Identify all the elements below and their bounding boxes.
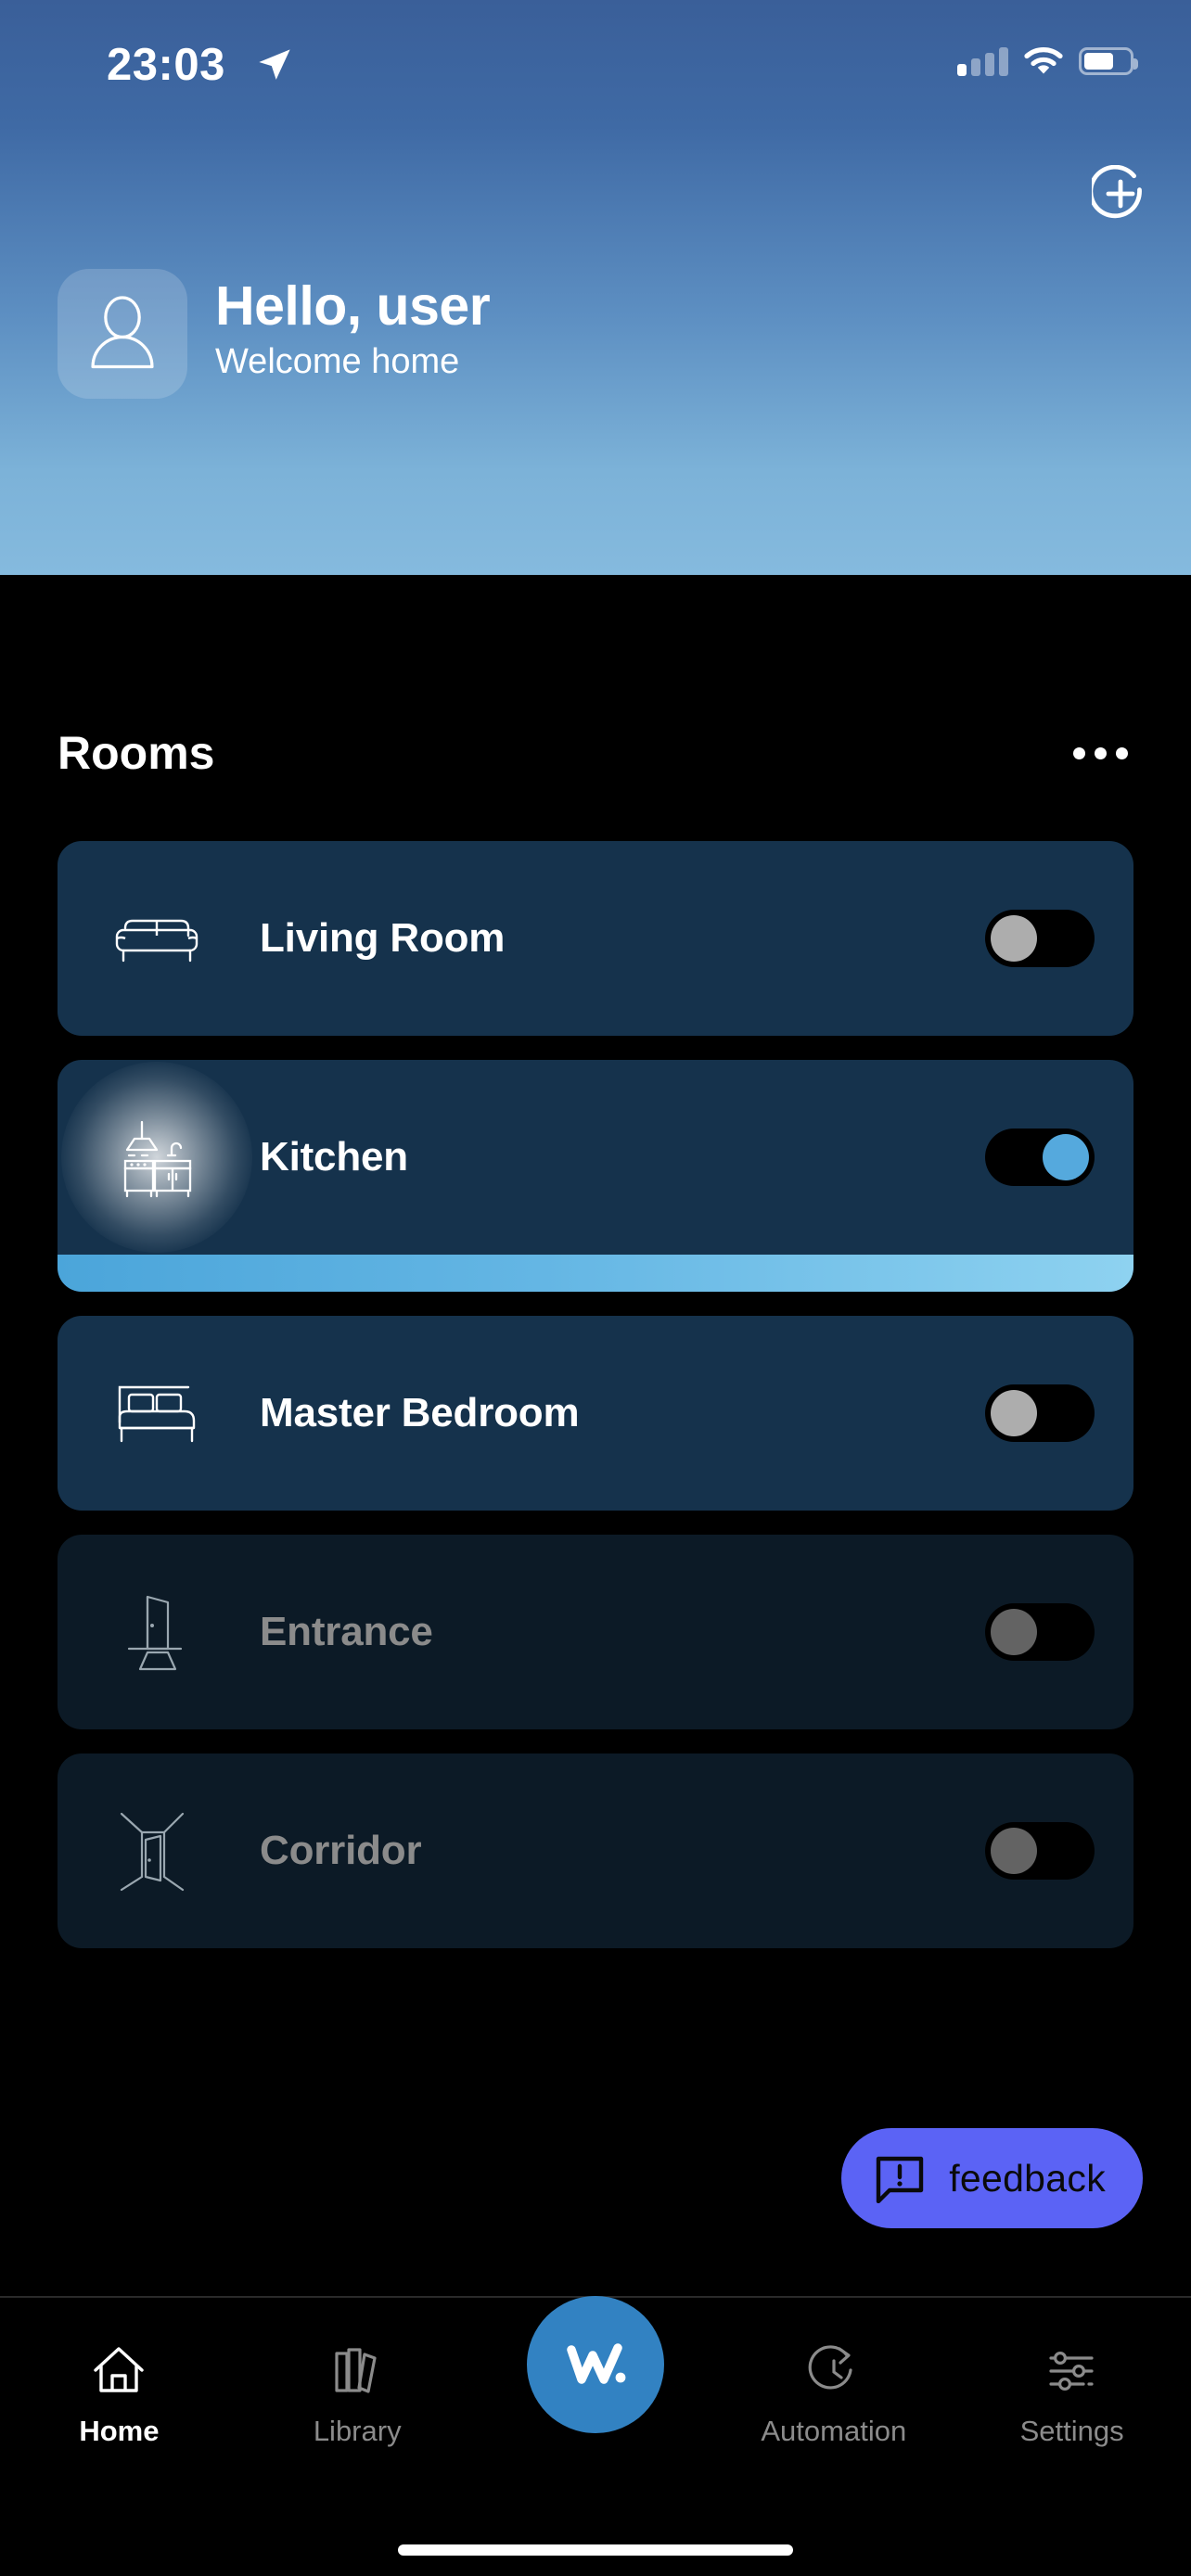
- rooms-section-header: Rooms: [58, 726, 1133, 780]
- nav-item-library[interactable]: Library: [238, 2298, 477, 2493]
- room-label: Corridor: [260, 1828, 422, 1873]
- greeting-title: Hello, user: [215, 275, 491, 338]
- room-card-master-bedroom[interactable]: Master Bedroom: [58, 1316, 1133, 1511]
- status-bar-time: 23:03: [107, 40, 225, 90]
- door-entrance-icon-wrap: [106, 1581, 208, 1683]
- rooms-title: Rooms: [58, 727, 215, 779]
- automation-refresh-clock-icon: [808, 2345, 852, 2390]
- battery-icon: [1079, 47, 1138, 75]
- feedback-label: feedback: [949, 2156, 1106, 2200]
- room-toggle-corridor[interactable]: [985, 1822, 1095, 1880]
- location-arrow-icon: [259, 49, 290, 80]
- bed-icon: [118, 1385, 196, 1443]
- corridor-icon-wrap: [106, 1800, 208, 1902]
- wifi-icon: [1024, 47, 1063, 74]
- room-toggle-entrance[interactable]: [985, 1603, 1095, 1661]
- brand-w-logo: [567, 2343, 626, 2384]
- more-horizontal-icon[interactable]: [1068, 734, 1133, 772]
- nav-item-home[interactable]: Home: [0, 2298, 238, 2493]
- kitchen-counter-icon: [123, 1120, 192, 1198]
- brightness-slider-kitchen[interactable]: [58, 1255, 1133, 1292]
- nav-label-automation: Automation: [761, 2415, 907, 2447]
- room-toggle-kitchen[interactable]: [985, 1129, 1095, 1186]
- room-card-kitchen[interactable]: Kitchen: [58, 1060, 1133, 1292]
- room-label: Master Bedroom: [260, 1390, 580, 1435]
- bed-icon-wrap: [106, 1362, 208, 1464]
- room-toggle-master-bedroom[interactable]: [985, 1384, 1095, 1442]
- header-banner: 23:03 Hello, user Welcome home: [0, 0, 1191, 575]
- person-icon: [91, 296, 154, 369]
- status-bar: 23:03: [0, 0, 1191, 102]
- door-entrance-icon: [127, 1595, 183, 1671]
- room-label: Entrance: [260, 1609, 433, 1654]
- greeting-text: Hello, user Welcome home: [215, 275, 491, 389]
- greeting-block: Hello, user Welcome home: [58, 269, 491, 399]
- nav-item-settings[interactable]: Settings: [953, 2298, 1191, 2493]
- brand-logo-button[interactable]: [527, 2296, 664, 2433]
- room-label: Kitchen: [260, 1134, 408, 1180]
- app-screen: 23:03 Hello, user Welcome home Rooms Liv…: [0, 0, 1191, 2576]
- settings-sliders-icon: [1048, 2352, 1094, 2391]
- sofa-icon: [115, 919, 198, 963]
- room-label: Living Room: [260, 915, 506, 961]
- home-indicator-bar: [398, 2544, 793, 2556]
- nav-label-library: Library: [313, 2415, 402, 2447]
- home-icon: [94, 2347, 145, 2392]
- feedback-button[interactable]: feedback: [841, 2128, 1143, 2228]
- library-books-icon: [335, 2348, 377, 2393]
- status-bar-indicators: [957, 46, 1138, 76]
- nav-item-automation[interactable]: Automation: [714, 2298, 953, 2493]
- bottom-navigation: Home Library Automation Settings: [0, 2296, 1191, 2576]
- feedback-message-icon: [876, 2156, 924, 2203]
- nav-label-settings: Settings: [1019, 2415, 1124, 2447]
- sofa-icon-wrap: [106, 887, 208, 989]
- room-card-entrance[interactable]: Entrance: [58, 1535, 1133, 1729]
- corridor-icon: [120, 1812, 185, 1892]
- kitchen-icon-wrap: [61, 1062, 252, 1253]
- nav-label-home: Home: [79, 2415, 160, 2447]
- avatar[interactable]: [58, 269, 187, 399]
- greeting-subtitle: Welcome home: [215, 342, 460, 382]
- room-card-living-room[interactable]: Living Room: [58, 841, 1133, 1036]
- add-circle-icon[interactable]: [1092, 165, 1149, 223]
- cellular-signal-icon: [957, 46, 1008, 76]
- room-card-corridor[interactable]: Corridor: [58, 1753, 1133, 1948]
- room-toggle-living-room[interactable]: [985, 910, 1095, 967]
- rooms-list: Living Room Kitchen Master Bedroom Entra…: [58, 841, 1133, 1972]
